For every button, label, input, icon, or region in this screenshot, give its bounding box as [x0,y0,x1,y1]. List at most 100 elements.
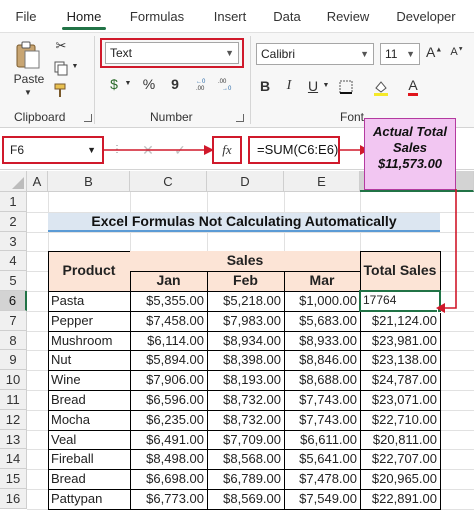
underline-dropdown-icon[interactable]: ▼ [322,82,330,89]
clipboard-launcher-icon[interactable] [84,114,92,122]
cell-product[interactable]: Mushroom [48,331,130,351]
cell-sales[interactable]: $6,698.00 [130,469,207,489]
underline-button[interactable]: U [306,78,320,94]
cell-product[interactable]: Bread [48,469,130,489]
cell-sales[interactable]: $1,000.00 [284,291,360,311]
cell-sales[interactable]: $7,458.00 [130,311,207,331]
percent-style-button[interactable]: % [140,76,158,92]
cell-sales[interactable]: $6,114.00 [130,331,207,351]
font-size-dropdown[interactable]: 11 ▼ [380,43,420,65]
copy-icon[interactable] [52,60,70,79]
selected-cell[interactable] [359,290,441,312]
cell-total[interactable]: $20,965.00 [360,469,440,489]
increase-font-size-button[interactable]: A▲ [426,44,442,60]
cell-product[interactable]: Pepper [48,311,130,331]
tab-insert[interactable]: Insert [206,0,254,30]
tab-developer[interactable]: Developer [390,0,462,30]
fill-color-button[interactable] [372,78,390,99]
cell-sales[interactable]: $6,611.00 [284,430,360,450]
italic-button[interactable]: I [282,78,296,94]
copy-dropdown-icon[interactable]: ▼ [71,63,79,70]
font-name-dropdown[interactable]: Calibri ▼ [256,43,374,65]
row-header-15[interactable]: 15 [0,469,27,489]
cell-sales[interactable]: $6,491.00 [130,430,207,450]
cell-sales[interactable]: $7,478.00 [284,469,360,489]
cell-sales[interactable]: $8,934.00 [207,331,284,351]
cell-sales[interactable]: $8,688.00 [284,370,360,390]
tab-formulas[interactable]: Formulas [122,0,192,30]
tab-data[interactable]: Data [266,0,308,30]
cell-sales[interactable]: $8,568.00 [207,449,284,469]
row-header-1[interactable]: 1 [0,192,27,212]
cut-icon[interactable]: ✂ [54,38,68,54]
select-all-corner[interactable] [0,171,27,192]
borders-button[interactable] [338,80,354,97]
cell-sales[interactable]: $6,235.00 [130,410,207,430]
row-header-9[interactable]: 9 [0,350,27,371]
cell-total[interactable]: $22,710.00 [360,410,440,430]
row-header-5[interactable]: 5 [0,271,27,291]
row-header-4[interactable]: 4 [0,251,27,272]
cell-sales[interactable]: $7,743.00 [284,390,360,410]
cell-sales[interactable]: $7,743.00 [284,410,360,430]
decrease-font-size-button[interactable]: A▼ [450,46,464,58]
cell-total[interactable]: $20,811.00 [360,430,440,450]
row-header-14[interactable]: 14 [0,449,27,470]
row-header-11[interactable]: 11 [0,390,27,410]
row-header-16[interactable]: 16 [0,489,27,509]
column-header-b[interactable]: B [48,171,130,192]
tab-home[interactable]: Home [60,0,108,30]
cell-sales[interactable]: $5,894.00 [130,350,207,370]
column-header-a[interactable]: A [27,171,48,192]
increase-decimal-button[interactable]: ←0.00 [192,76,212,95]
cell-sales[interactable]: $8,569.00 [207,489,284,509]
cell-sales[interactable]: $5,218.00 [207,291,284,311]
column-header-e[interactable]: E [284,171,360,192]
cell-total[interactable]: $24,787.00 [360,370,440,390]
row-header-12[interactable]: 12 [0,409,27,430]
font-color-button[interactable]: A [404,77,422,96]
cell-sales[interactable]: $5,683.00 [284,311,360,331]
cell-sales[interactable]: $7,549.00 [284,489,360,509]
cell-sales[interactable]: $7,906.00 [130,370,207,390]
row-header-2[interactable]: 2 [0,211,27,232]
tab-review[interactable]: Review [322,0,374,30]
column-header-c[interactable]: C [130,171,207,192]
row-header-6[interactable]: 6 [0,291,27,311]
cell-sales[interactable]: $8,732.00 [207,410,284,430]
number-launcher-icon[interactable] [236,114,244,122]
row-header-3[interactable]: 3 [0,231,27,252]
cell-product[interactable]: Fireball [48,449,130,469]
row-header-7[interactable]: 7 [0,310,27,331]
cell-sales[interactable]: $8,933.00 [284,331,360,351]
cell-total[interactable]: $23,071.00 [360,390,440,410]
cell-sales[interactable]: $7,983.00 [207,311,284,331]
format-painter-icon[interactable] [52,82,70,101]
cell-sales[interactable]: $5,641.00 [284,449,360,469]
cell-total[interactable]: $23,138.00 [360,350,440,370]
cell-product[interactable]: Wine [48,370,130,390]
row-header-8[interactable]: 8 [0,330,27,351]
cell-sales[interactable]: $6,773.00 [130,489,207,509]
cell-sales[interactable]: $8,398.00 [207,350,284,370]
cell-product[interactable]: Pasta [48,291,130,311]
cell-sales[interactable]: $8,732.00 [207,390,284,410]
cell-total[interactable]: $22,707.00 [360,449,440,469]
cell-product[interactable]: Pattypan [48,489,130,509]
row-header-13[interactable]: 13 [0,429,27,450]
cell-sales[interactable]: $8,846.00 [284,350,360,370]
paste-dropdown-icon[interactable]: ▼ [22,88,34,97]
cell-total[interactable]: $22,891.00 [360,489,440,509]
cell-sales[interactable]: $6,596.00 [130,390,207,410]
cell-sales[interactable]: $5,355.00 [130,291,207,311]
cell-total[interactable]: $23,981.00 [360,331,440,351]
cell-sales[interactable]: $6,789.00 [207,469,284,489]
column-header-d[interactable]: D [207,171,284,192]
bold-button[interactable]: B [258,78,272,94]
accounting-format-button[interactable]: $ [104,76,124,92]
cell-sales[interactable]: $7,709.00 [207,430,284,450]
cell-product[interactable]: Veal [48,430,130,450]
accounting-dropdown-icon[interactable]: ▼ [124,80,132,87]
cell-product[interactable]: Nut [48,350,130,370]
decrease-decimal-button[interactable]: .00 →0 [216,76,236,95]
